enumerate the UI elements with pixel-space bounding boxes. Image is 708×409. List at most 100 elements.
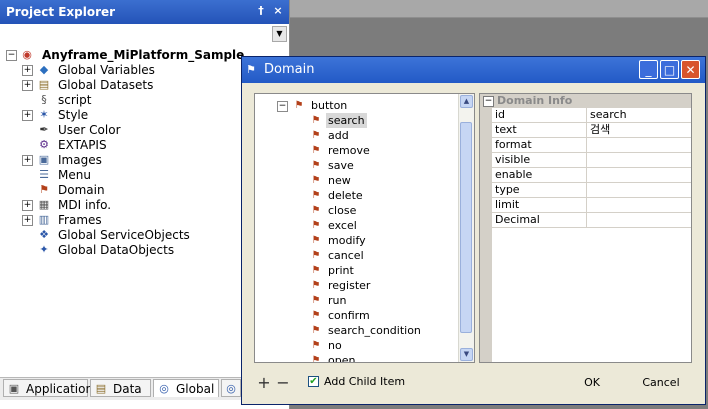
property-row[interactable]: text 검색	[492, 123, 691, 138]
column-divider	[586, 138, 587, 152]
scroll-up-icon[interactable]: ▲	[460, 95, 473, 108]
column-divider	[586, 198, 587, 212]
domain-item-label: print	[328, 264, 354, 277]
domain-item[interactable]: ⚑ excel	[255, 218, 459, 233]
tree-item-label: Menu	[58, 168, 91, 182]
domain-item-icon: ⚑	[311, 235, 321, 246]
close-icon[interactable]: ×	[270, 3, 286, 19]
domain-item-icon: ⚑	[311, 130, 321, 141]
style-icon: ✶	[39, 108, 49, 121]
scrollbar-thumb[interactable]	[460, 122, 472, 333]
domain-item-icon: ⚑	[311, 280, 321, 291]
property-name: format	[495, 138, 532, 151]
domain-item-label: excel	[328, 219, 357, 232]
property-row[interactable]: format	[492, 138, 691, 153]
scroll-down-icon[interactable]: ▼	[460, 348, 473, 361]
tab-overflow[interactable]: ◎	[221, 379, 241, 397]
project-icon: ◉	[22, 48, 32, 61]
domain-item[interactable]: ⚑ run	[255, 293, 459, 308]
domain-list-scrollbar[interactable]: ▲ ▼	[458, 94, 474, 362]
expand-icon[interactable]: +	[22, 215, 33, 226]
tab-data[interactable]: ▤ Data	[90, 379, 151, 397]
tab-global[interactable]: ◎ Global	[153, 379, 219, 397]
domain-item[interactable]: ⚑ new	[255, 173, 459, 188]
user-color-icon: ✒	[39, 123, 49, 136]
property-name: visible	[495, 153, 531, 166]
pin-icon[interactable]: †	[253, 3, 269, 19]
expand-icon[interactable]: +	[22, 110, 33, 121]
add-child-item-label: Add Child Item	[324, 375, 406, 388]
domain-item[interactable]: ⚑ modify	[255, 233, 459, 248]
domain-item[interactable]: ⚑ no	[255, 338, 459, 353]
domain-item-icon: ⚑	[294, 100, 304, 111]
property-row[interactable]: limit	[492, 198, 691, 213]
domain-item[interactable]: ⚑ save	[255, 158, 459, 173]
domain-item[interactable]: ⚑ add	[255, 128, 459, 143]
collapse-icon[interactable]: −	[483, 96, 494, 107]
property-row[interactable]: type	[492, 183, 691, 198]
domain-item-label: modify	[328, 234, 366, 247]
tab-applications[interactable]: ▣ Applications	[3, 379, 99, 397]
collapse-icon[interactable]: −	[6, 50, 17, 61]
tab-label: Applications	[26, 382, 100, 396]
tree-item-label: Global DataObjects	[58, 243, 175, 257]
collapse-icon[interactable]: −	[277, 101, 288, 112]
global-icon: ◎	[159, 382, 169, 395]
property-row[interactable]: Decimal	[492, 213, 691, 228]
domain-item[interactable]: ⚑ search_condition	[255, 323, 459, 338]
domain-item-label: confirm	[328, 309, 370, 322]
property-name: Decimal	[495, 213, 540, 226]
expand-icon[interactable]: +	[22, 200, 33, 211]
property-value[interactable]: 검색	[590, 123, 610, 137]
property-row[interactable]: visible	[492, 153, 691, 168]
close-button[interactable]: ✕	[681, 60, 700, 79]
domain-item[interactable]: ⚑ cancel	[255, 248, 459, 263]
domain-item[interactable]: ⚑ delete	[255, 188, 459, 203]
expand-icon[interactable]: +	[22, 155, 33, 166]
domain-item-icon: ⚑	[311, 325, 321, 336]
domain-item[interactable]: ⚑ confirm	[255, 308, 459, 323]
domain-item[interactable]: ⚑ register	[255, 278, 459, 293]
column-divider	[586, 183, 587, 197]
script-icon: §	[41, 93, 47, 106]
domain-item-icon: ⚑	[311, 220, 321, 231]
column-divider	[586, 168, 587, 182]
add-item-button[interactable]: +	[257, 375, 271, 391]
tab-label: Data	[113, 382, 142, 396]
domain-item-label: search_condition	[328, 324, 421, 337]
property-name: type	[495, 183, 520, 196]
add-child-item-checkbox[interactable]: ✔	[308, 376, 319, 387]
domain-item-icon: ⚑	[311, 115, 321, 126]
expand-icon[interactable]: +	[22, 65, 33, 76]
property-row[interactable]: id search	[492, 108, 691, 123]
globe-icon: ◎	[226, 382, 236, 395]
expand-icon[interactable]: +	[22, 80, 33, 91]
project-explorer-title-bar: Project Explorer † ×	[0, 0, 289, 24]
domain-list[interactable]: − ⚑ button ⚑ search ⚑ add ⚑ remove ⚑ save ⚑ new ⚑ dele…	[254, 93, 475, 363]
minimize-button[interactable]: _	[639, 60, 658, 79]
domain-info-grid: − Domain Info id search text 검색 format visibl…	[479, 93, 692, 363]
domain-dialog-title-bar: ⚑ Domain _ □ ✕	[242, 57, 705, 83]
remove-item-button[interactable]: −	[276, 375, 290, 391]
tree-item-label: Domain	[58, 183, 105, 197]
property-value[interactable]: search	[590, 108, 627, 122]
domain-item-icon: ⚑	[311, 160, 321, 171]
domain-item[interactable]: ⚑ search	[255, 113, 459, 128]
domain-item-icon: ⚑	[311, 205, 321, 216]
domain-item[interactable]: ⚑ remove	[255, 143, 459, 158]
domain-item-icon: ⚑	[311, 250, 321, 261]
domain-item[interactable]: ⚑ close	[255, 203, 459, 218]
domain-item[interactable]: ⚑ open	[255, 353, 459, 362]
ok-button[interactable]: OK	[576, 373, 608, 393]
data-icon: ▤	[95, 382, 107, 395]
domain-icon: ⚑	[39, 183, 49, 196]
domain-item-label: cancel	[328, 249, 364, 262]
dropdown-arrow-icon[interactable]: ▼	[272, 26, 287, 42]
frames-icon: ▥	[38, 213, 50, 226]
domain-item-icon: ⚑	[311, 265, 321, 276]
domain-item[interactable]: ⚑ print	[255, 263, 459, 278]
maximize-button[interactable]: □	[660, 60, 679, 79]
domain-group-button[interactable]: − ⚑ button	[255, 98, 459, 113]
property-row[interactable]: enable	[492, 168, 691, 183]
cancel-button[interactable]: Cancel	[638, 373, 684, 393]
